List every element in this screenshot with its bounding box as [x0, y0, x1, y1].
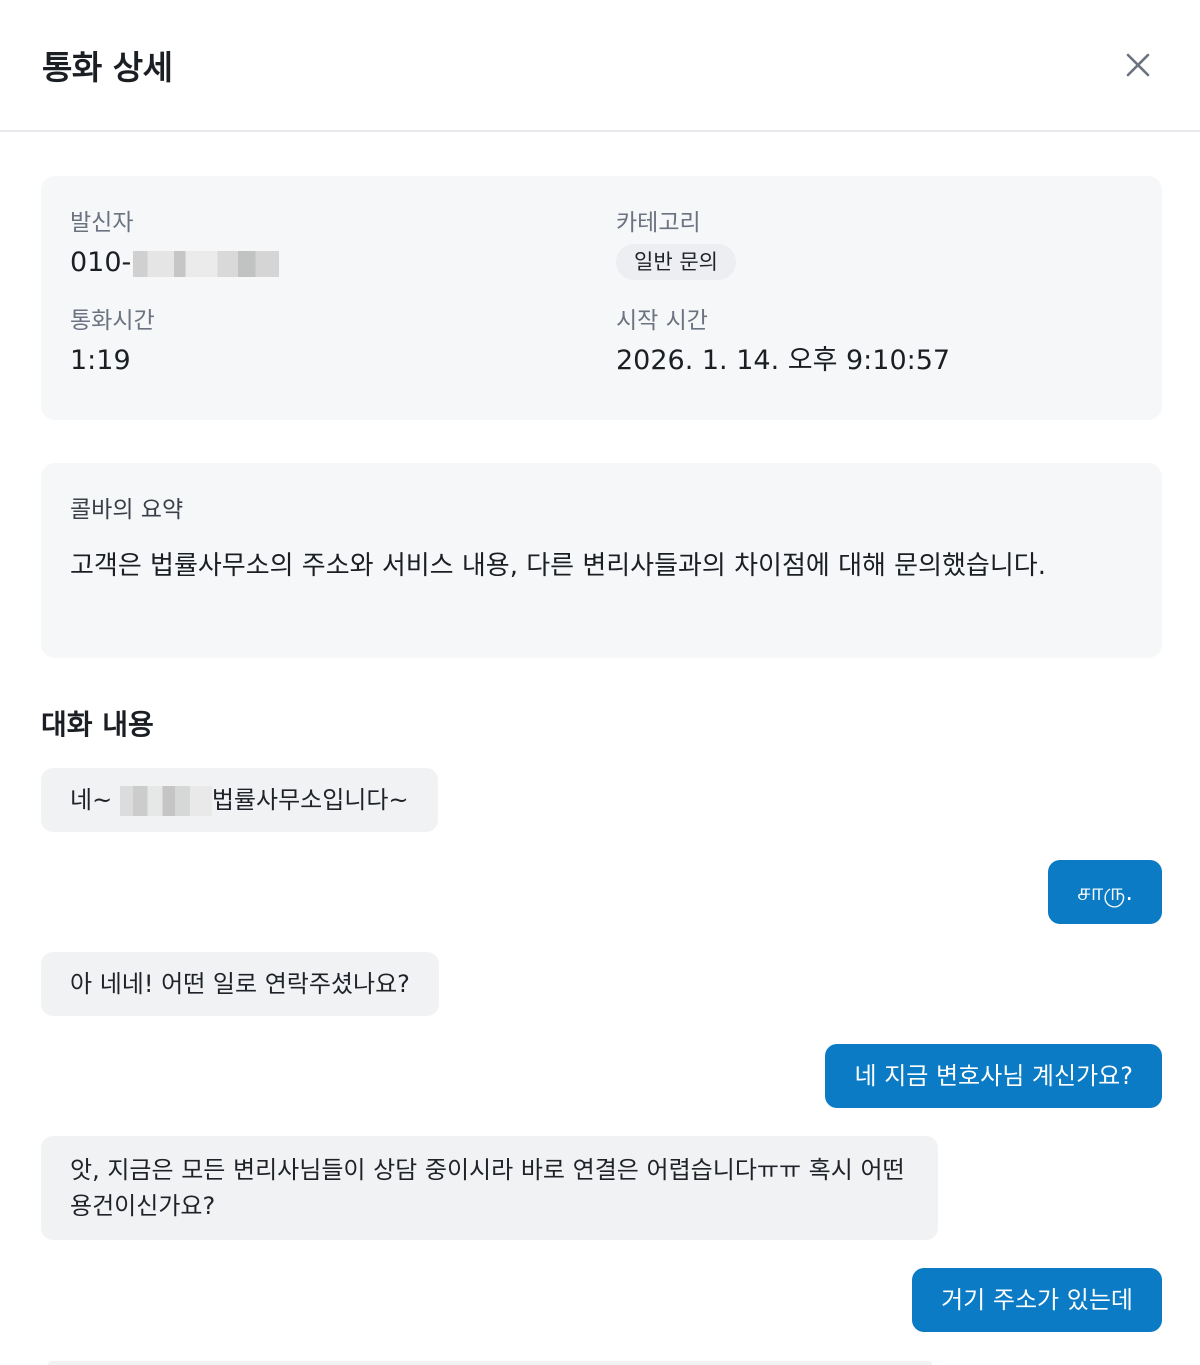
agent-message-bubble: 네~ 법률사무소입니다~: [41, 768, 438, 832]
summary-card: 콜바의 요약 고객은 법률사무소의 주소와 서비스 내용, 다른 변리사들과의 …: [41, 463, 1162, 658]
call-detail-modal: 통화 상세 발신자 010- 카테고리 일반 문의 통화시간 1:19 시작 시…: [0, 0, 1200, 1365]
modal-content: 발신자 010- 카테고리 일반 문의 통화시간 1:19 시작 시간 2026…: [0, 132, 1200, 1332]
agent-message-bubble: 앗, 지금은 모든 변리사님들이 상담 중이시라 바로 연결은 어렵습니다ㅠㅠ …: [41, 1136, 938, 1240]
start-time-field: 시작 시간 2026. 1. 14. 오후 9:10:57: [616, 306, 1134, 380]
close-icon: [1126, 53, 1150, 77]
message-text: 법률사무소입니다~: [211, 786, 409, 814]
message-row: சாரு.: [41, 860, 1162, 924]
start-time-label: 시작 시간: [616, 308, 708, 334]
message-row: 앗, 지금은 모든 변리사님들이 상담 중이시라 바로 연결은 어렵습니다ㅠㅠ …: [41, 1136, 1162, 1240]
message-row: 아 네네! 어떤 일로 연락주셨나요?: [41, 952, 1162, 1016]
caller-message-bubble: சாரு.: [1048, 860, 1162, 924]
caller-message-bubble: 네 지금 변호사님 계신가요?: [825, 1044, 1162, 1108]
start-time-value: 2026. 1. 14. 오후 9:10:57: [616, 345, 951, 376]
message-row: 네~ 법률사무소입니다~: [41, 768, 1162, 832]
conversation-list: 네~ 법률사무소입니다~ சாரு. 아 네네! 어떤 일로 연락주셨나요? 네…: [41, 768, 1162, 1332]
caller-number: 010-: [70, 247, 132, 278]
duration-value: 1:19: [70, 345, 131, 376]
caller-label: 발신자: [70, 210, 134, 236]
duration-label: 통화시간: [70, 308, 155, 334]
caller-field: 발신자 010-: [70, 208, 616, 282]
redacted-office-name: [119, 786, 212, 816]
summary-label: 콜바의 요약: [70, 497, 184, 523]
category-label: 카테고리: [616, 210, 701, 236]
agent-message-bubble: 아 네네! 어떤 일로 연락주셨나요?: [41, 952, 439, 1016]
call-info-card: 발신자 010- 카테고리 일반 문의 통화시간 1:19 시작 시간 2026…: [41, 176, 1162, 420]
close-button[interactable]: [1116, 43, 1160, 87]
message-row: 거기 주소가 있는데: [41, 1268, 1162, 1332]
next-message-edge: [48, 1361, 932, 1365]
summary-text: 고객은 법률사무소의 주소와 서비스 내용, 다른 변리사들과의 차이점에 대해…: [70, 551, 1046, 581]
message-prefix: 네~: [70, 786, 120, 814]
modal-title: 통화 상세: [42, 48, 173, 87]
modal-header: 통화 상세: [0, 0, 1200, 132]
caller-message-bubble: 거기 주소가 있는데: [912, 1268, 1162, 1332]
message-row: 네 지금 변호사님 계신가요?: [41, 1044, 1162, 1108]
redacted-phone-number: [133, 250, 280, 277]
duration-field: 통화시간 1:19: [70, 306, 616, 380]
category-field: 카테고리 일반 문의: [616, 208, 1134, 282]
conversation-title: 대화 내용: [41, 708, 154, 741]
caller-value: 010-: [70, 244, 616, 282]
category-badge: 일반 문의: [616, 244, 736, 280]
